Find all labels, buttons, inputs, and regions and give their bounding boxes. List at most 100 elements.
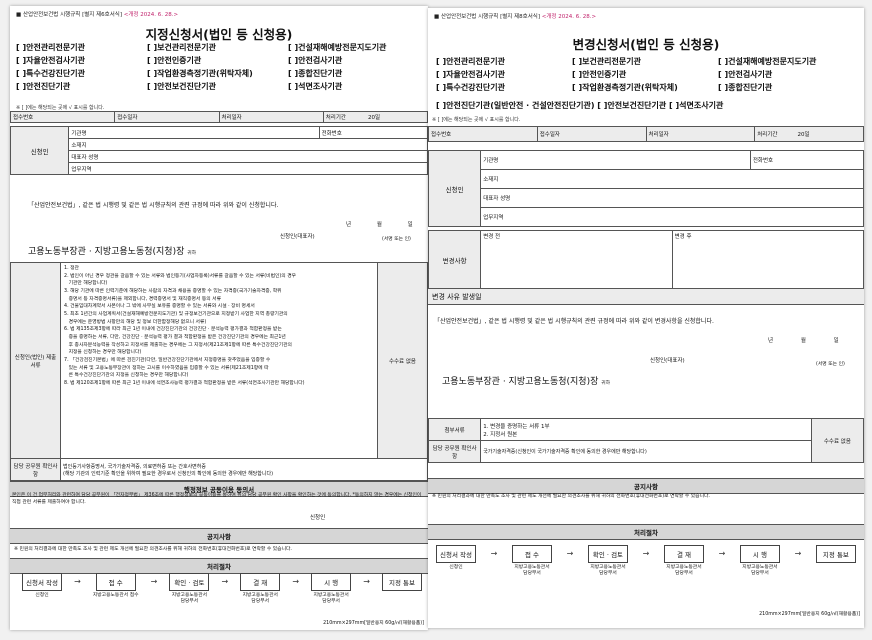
flow-step: 결 재지방고용노동관서 담당부서 xyxy=(663,545,704,577)
sign-note: (서명 또는 인) xyxy=(382,237,411,242)
procedure-title: 처리절차 xyxy=(10,558,428,574)
submitted-doc-item: 8. 법 제120조제1항에 따른 최근 1년 이내에 석면조사능력 평가결과 … xyxy=(64,381,305,387)
date-line: 년 월 일 xyxy=(346,220,413,228)
flow-arrow-icon: → xyxy=(363,577,370,586)
institution-type-checkbox[interactable]: [ ]특수건강진단기관 xyxy=(436,82,566,93)
attachments-label: 첨부서류 xyxy=(427,418,482,441)
representative-field[interactable]: 대표자 성명 xyxy=(68,150,428,163)
recipient-agency: 고용노동부장관 · 지방고용노동청(지청)장 귀하 xyxy=(442,374,610,387)
agency-suffix: 귀하 xyxy=(187,251,197,256)
institution-type-checkbox[interactable]: [ ]종합진단기관 xyxy=(288,68,438,79)
institution-type-checkbox[interactable]: [ ]건설재해예방전문지도기관 xyxy=(288,42,438,53)
flow-step: 시 행 지방고용노동관서 담당부서 xyxy=(311,573,352,605)
flow-arrow-icon: → xyxy=(794,549,802,558)
form-title: 변경신청서(법인 등 신청용) xyxy=(572,37,720,52)
declaration-statement: 「산업안전보건법」, 같은 법 시행령 및 같은 법 시행규칙의 관련 규정에 … xyxy=(28,202,279,209)
institution-type-checkbox[interactable]: [ ]작업환경측정기관(위탁자체) xyxy=(572,82,712,93)
flow-step-caption: 신청인 xyxy=(449,565,463,570)
flow-step-caption: 지방고용노동관서 담당부서 xyxy=(666,565,702,576)
institution-type-checkbox[interactable]: [ ]보건관리전문기관 xyxy=(572,56,712,67)
receipt-date-label: 접수일자 xyxy=(536,126,647,142)
address-field[interactable]: 소재지 xyxy=(480,169,864,189)
institution-type-checkbox[interactable]: [ ]석면조사기관 xyxy=(288,81,438,92)
institution-type-checkbox[interactable]: [ ]자율안전검사기관 xyxy=(16,55,141,66)
flow-step-box: 지정 통보 xyxy=(815,545,856,563)
business-area-field[interactable]: 업무지역 xyxy=(480,207,864,227)
applicant-table: 신청인 기관명 전화번호 소재지 대표자 성명 업무지역 xyxy=(9,126,429,175)
phone-field[interactable]: 전화번호 xyxy=(749,150,865,170)
year-label: 년 xyxy=(768,338,774,344)
paper-spec: 210mm×297mm[일반용지 60g/㎡(재활용품)] xyxy=(323,621,424,626)
institution-type-checkbox[interactable]: [ ]건설재해예방전문지도기관 xyxy=(718,56,868,67)
institution-type-checkbox[interactable]: [ ]안전진단기관 xyxy=(16,81,141,92)
representative-field[interactable]: 대표자 성명 xyxy=(480,188,864,208)
change-label: 변경사항 xyxy=(427,230,482,289)
institution-type-checkbox[interactable]: [ ]안전검사기관 xyxy=(288,55,438,66)
change-reason-date[interactable]: 변경 사유 발생일 xyxy=(428,289,864,305)
flow-step-box: 확인 · 검토 xyxy=(587,545,628,563)
documents-table: 신청인(법인) 제출서류 1. 정관 2. 법인이 아닌 경우 정관을 갈음할 수… xyxy=(9,262,429,481)
process-days: 20일 xyxy=(797,132,810,138)
procedure-title: 처리절차 xyxy=(428,524,864,540)
notice-title: 공지사항 xyxy=(428,478,864,494)
form-title: 지정신청서(법인 등 신청용) xyxy=(145,27,293,42)
official-check-label: 담당 공무원 확인사항 xyxy=(427,440,482,463)
institution-type-checkbox[interactable]: [ ]안전검사기관 xyxy=(718,69,868,80)
submitted-doc-item: 증을 증명하는 서류, 다만, 건강진단 · 분석능력 평가 결과 적합판정을 … xyxy=(64,335,286,341)
company-name-field[interactable]: 기관명 xyxy=(480,150,751,170)
notice-text: ※ 민원의 처리결과에 대한 만족도 조사 및 관련 제도 개선에 필요한 의견… xyxy=(14,547,292,552)
flow-step-caption: 지방고용노동관서 접수 xyxy=(92,593,139,598)
institution-type-checkbox[interactable]: [ ]종합진단기관 xyxy=(718,82,868,93)
phone-field[interactable]: 전화번호 xyxy=(318,126,429,139)
institution-type-checkbox[interactable]: [ ]안전보건진단기관 xyxy=(147,81,282,92)
flow-step-box: 지정 통보 xyxy=(381,573,422,591)
institution-type-checkbox[interactable]: [ ]안전인증기관 xyxy=(147,55,282,66)
address-field[interactable]: 소재지 xyxy=(68,138,428,151)
month-label: 월 xyxy=(376,222,382,228)
receipt-table: 접수번호 접수일자 처리일자 처리기간 20일 xyxy=(428,126,864,142)
institution-type-checkbox[interactable]: [ ]작업환경측정기관(위탁자체) xyxy=(147,68,282,79)
before-change-field[interactable]: 변경 전 xyxy=(480,230,673,289)
submitted-doc-item: 경우에는 운영방법 사항만의 해당 및 정보 더한함정해당 없으니 서류) xyxy=(64,319,207,325)
paper-spec: 210mm×297mm[일반용지 60g/㎡(재활용품)] xyxy=(759,612,860,617)
flow-step-box: 시 행 xyxy=(739,545,780,563)
flow-step-box: 결 재 xyxy=(663,545,704,563)
institution-type-checkbox[interactable]: [ ]자율안전검사기관 xyxy=(436,69,566,80)
submitted-doc-item: 1. 정관 xyxy=(64,266,79,271)
flow-step: 결 재 지방고용노동관서 담당부서 xyxy=(240,573,281,605)
submitted-doc-item: 5. 최초 1년간의 사업계획서(건설재해예방전문지도기관) 및 규정보건기관으… xyxy=(64,312,288,318)
institution-type-checklist: [ ]안전관리전문기관[ ]보건관리전문기관[ ]건설재해예방전문지도기관[ ]… xyxy=(436,56,862,93)
agency-name: 고용노동부장관 · 지방고용노동청(지청)장 xyxy=(28,247,185,257)
official-check-text: 국가기술자격증(신청인이 국가기술자격증 확인에 동의한 경우에만 해당합니다) xyxy=(480,440,812,463)
procedure-flow: 신청서 작성 신청인 → 접 수 지방고용노동관서 담당부서 → 확인 · 검토 지방고용노동… xyxy=(436,545,856,577)
after-change-field[interactable]: 변경 후 xyxy=(671,230,865,289)
process-date-label: 처리일자 xyxy=(645,126,756,142)
process-period-label: 처리기간 xyxy=(325,115,346,121)
form-header: ■ 산업안전보건법 시행규칙 [별지 제8호서식] <개정 2024. 6. 2… xyxy=(434,12,596,20)
institution-type-checkbox[interactable]: [ ]안전관리전문기관 xyxy=(436,56,566,67)
institution-type-checkbox[interactable]: [ ]안전인증기관 xyxy=(572,69,712,80)
flow-step-box: 확인 · 검토 xyxy=(169,573,210,591)
procedure-flow: 신청서 작성 신청인 → 접 수 지방고용노동관서 접수 → 확인 · 검토 지방고용노동관서… xyxy=(22,573,422,605)
flow-step: 지정 통보 xyxy=(381,573,422,593)
flow-step-caption: 지방고용노동관서 담당부서 xyxy=(313,593,349,604)
institution-type-last-row: [ ]안전진단기관(일반안전 · 건설안전진단기관) [ ]안전보건진단기관 [… xyxy=(436,101,724,110)
flow-arrow-icon: → xyxy=(490,549,498,558)
company-name-field[interactable]: 기관명 xyxy=(68,126,320,139)
signer-label: 신청인(대표자) xyxy=(280,234,315,240)
declaration-statement: 「산업안전보건법」, 같은 법 시행령 및 같은 법 시행규칙의 관련 규정에 … xyxy=(434,318,714,325)
flow-step-caption: 지방고용노동관서 담당부서 xyxy=(514,565,550,576)
submitted-doc-item: 3. 해당 기관에 따른 인력기준에 해당하는 사람의 자격과 채용을 증명할 … xyxy=(64,289,282,295)
flow-step-caption: 신청인 xyxy=(35,593,49,598)
applicant-label: 신청인 xyxy=(427,150,482,227)
receipt-number-label: 접수번호 xyxy=(428,126,538,142)
process-period-label: 처리기간 xyxy=(757,132,778,138)
business-area-field[interactable]: 업무지역 xyxy=(68,162,428,175)
day-label: 일 xyxy=(407,222,413,228)
institution-type-checkbox[interactable]: [ ]안전관리전문기관 xyxy=(16,42,141,53)
process-date-label: 처리일자 xyxy=(218,111,324,123)
attachment-item: 2. 지정서 원본 xyxy=(483,431,518,438)
institution-type-checkbox[interactable]: [ ]보건관리전문기관 xyxy=(147,42,282,53)
institution-type-checkbox[interactable]: [ ]특수건강진단기관 xyxy=(16,68,141,79)
flow-step-caption: 지방고용노동관서 담당부서 xyxy=(242,593,278,604)
